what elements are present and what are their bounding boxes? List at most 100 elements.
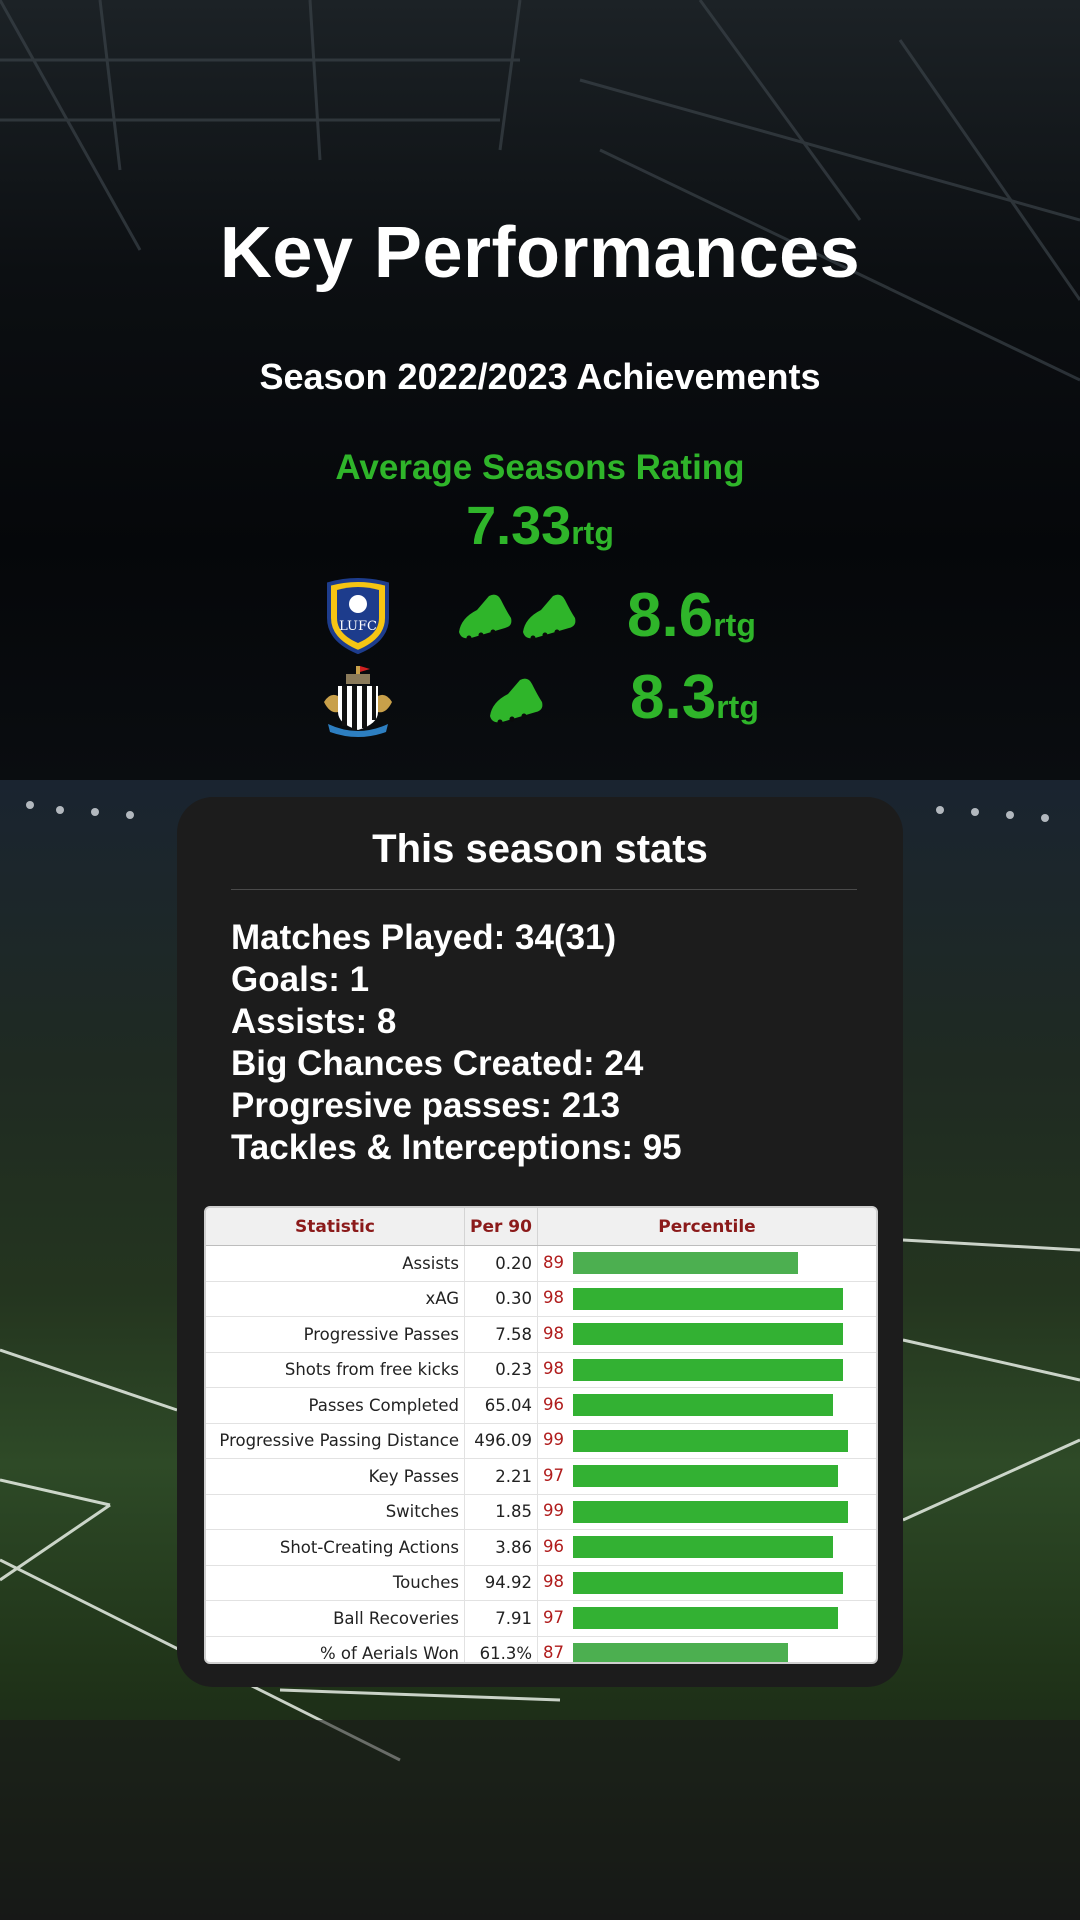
percentile-bar: [573, 1394, 833, 1417]
leeds-united-crest-icon: LUFC: [325, 578, 391, 659]
table-row: Ball Recoveries 7.91 97: [206, 1600, 876, 1637]
percentile-value: 89: [543, 1252, 564, 1272]
stat-line-big-chances: Big Chances Created: 24: [231, 1044, 644, 1083]
percentile-value: 97: [543, 1465, 564, 1485]
table-row: Assists 0.20 89: [206, 1245, 876, 1282]
cell-per90: 0.23: [464, 1352, 538, 1388]
football-boot-icon: [523, 594, 576, 641]
rating-leeds: 8.6rtg: [627, 580, 756, 651]
percentile-value: 96: [543, 1536, 564, 1556]
header-percentile: Percentile: [537, 1208, 876, 1246]
cell-statistic: Touches: [206, 1565, 465, 1601]
cell-per90: 65.04: [464, 1387, 538, 1424]
cell-per90: 0.30: [464, 1281, 538, 1317]
cell-statistic: Key Passes: [206, 1458, 465, 1495]
percentile-bar: [573, 1429, 848, 1452]
cell-statistic: Switches: [206, 1494, 465, 1530]
cell-percentile: 99: [537, 1494, 876, 1530]
stat-list: Matches Played: 34(31) Goals: 1 Assists:…: [231, 917, 682, 1169]
table-row: Progressive Passes 7.58 98: [206, 1316, 876, 1353]
cell-statistic: Progressive Passing Distance: [206, 1423, 465, 1459]
page-subtitle: Season 2022/2023 Achievements: [259, 356, 821, 397]
percentile-value: 96: [543, 1394, 564, 1414]
boots-row-1: [455, 588, 579, 644]
cell-statistic: Passes Completed: [206, 1387, 465, 1424]
cell-percentile: 98: [537, 1352, 876, 1388]
cell-per90: 3.86: [464, 1529, 538, 1566]
percentile-value: 87: [543, 1643, 564, 1663]
percentile-bar: [573, 1607, 838, 1630]
percentile-value: 98: [543, 1288, 564, 1308]
average-rating-number: 7.33: [466, 496, 572, 556]
stat-line-progressive-passes: Progresive passes: 213: [231, 1086, 621, 1125]
cell-percentile: 87: [537, 1636, 876, 1663]
cell-per90: 61.3%: [464, 1636, 538, 1662]
cell-statistic: Ball Recoveries: [206, 1600, 465, 1637]
stat-line-assists: Assists: 8: [231, 1002, 397, 1041]
cell-statistic: Progressive Passes: [206, 1316, 465, 1353]
header-per90: Per 90: [464, 1208, 538, 1246]
cell-percentile: 97: [537, 1600, 876, 1637]
table-row: Passes Completed 65.04 96: [206, 1387, 876, 1424]
cell-percentile: 99: [537, 1423, 876, 1459]
stat-line-tackles: Tackles & Interceptions: 95: [231, 1128, 682, 1167]
percentile-bar: [573, 1287, 843, 1310]
cell-statistic: Assists: [206, 1245, 465, 1282]
table-row: Key Passes 2.21 97: [206, 1458, 876, 1495]
cell-statistic: Shots from free kicks: [206, 1352, 465, 1388]
season-stats-card: This season stats Matches Played: 34(31)…: [177, 797, 903, 1687]
cell-percentile: 98: [537, 1565, 876, 1601]
table-row: xAG 0.30 98: [206, 1281, 876, 1317]
percentile-bar: [573, 1536, 833, 1559]
percentile-bar: [573, 1571, 843, 1594]
cell-per90: 2.21: [464, 1458, 538, 1495]
header-statistic: Statistic: [206, 1208, 465, 1246]
cell-percentile: 98: [537, 1281, 876, 1317]
cell-per90: 1.85: [464, 1494, 538, 1530]
percentile-value: 97: [543, 1607, 564, 1627]
rating-newcastle: 8.3rtg: [630, 662, 759, 733]
percentile-bar: [573, 1465, 838, 1488]
percentile-bar: [573, 1642, 788, 1662]
cell-per90: 0.20: [464, 1245, 538, 1282]
table-row: Progressive Passing Distance 496.09 99: [206, 1423, 876, 1459]
percentile-value: 98: [543, 1572, 564, 1592]
cell-statistic: Shot-Creating Actions: [206, 1529, 465, 1566]
cell-per90: 7.91: [464, 1600, 538, 1637]
cell-percentile: 96: [537, 1529, 876, 1566]
table-row: Switches 1.85 99: [206, 1494, 876, 1530]
percentile-value: 98: [543, 1359, 564, 1379]
cell-percentile: 96: [537, 1387, 876, 1424]
percentile-value: 99: [543, 1430, 564, 1450]
average-rating-label: Average Seasons Rating: [335, 448, 745, 487]
table-row: Touches 94.92 98: [206, 1565, 876, 1601]
percentile-bar: [573, 1323, 843, 1346]
cell-per90: 94.92: [464, 1565, 538, 1601]
stat-line-matches: Matches Played: 34(31): [231, 918, 617, 957]
card-title: This season stats: [372, 827, 708, 871]
football-boot-icon: [490, 678, 543, 725]
newcastle-united-crest-icon: [320, 662, 396, 743]
average-rating-value: 7.33rtg: [0, 495, 1080, 557]
percentile-value: 98: [543, 1323, 564, 1343]
percentile-bar: [573, 1500, 848, 1523]
cell-percentile: 98: [537, 1316, 876, 1353]
cell-per90: 496.09: [464, 1423, 538, 1459]
rating-leeds-value: 8.6: [627, 581, 714, 650]
table-row: % of Aerials Won 61.3% 87: [206, 1636, 876, 1663]
average-rating-unit: rtg: [571, 515, 614, 551]
boots-row-2: [486, 672, 546, 728]
rating-newcastle-value: 8.3: [630, 663, 717, 732]
table-body: Assists 0.20 89 xAG 0.30 98 Progressive Passes…: [206, 1245, 876, 1663]
table-header-row: Statistic Per 90 Percentile: [206, 1208, 876, 1246]
cell-percentile: 89: [537, 1245, 876, 1282]
cell-statistic: % of Aerials Won: [206, 1636, 465, 1662]
football-boot-icon: [459, 594, 512, 641]
rating-newcastle-unit: rtg: [716, 689, 759, 725]
svg-text:LUFC: LUFC: [339, 619, 377, 634]
percentile-bar: [573, 1358, 843, 1381]
page-title: Key Performances: [219, 213, 861, 293]
cell-per90: 7.58: [464, 1316, 538, 1353]
percentile-bar: [573, 1252, 798, 1275]
table-row: Shots from free kicks 0.23 98: [206, 1352, 876, 1388]
